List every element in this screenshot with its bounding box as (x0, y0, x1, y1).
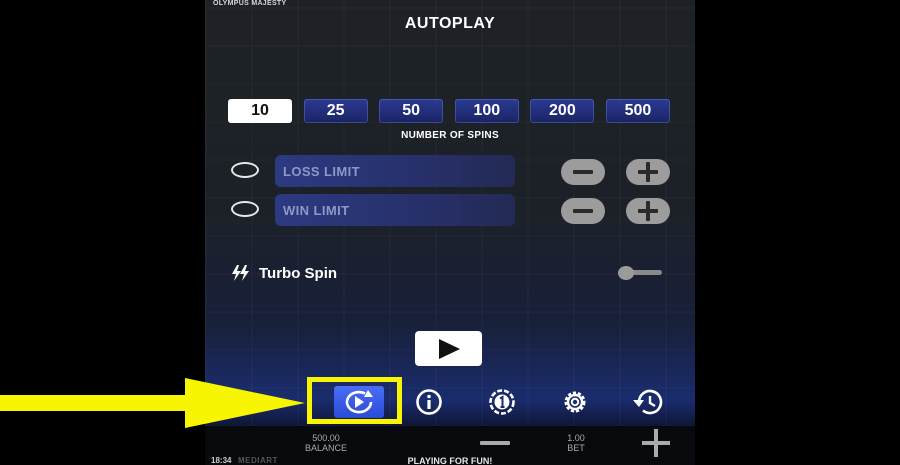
autoplay-highlight-box (307, 377, 402, 424)
loss-limit-plus-button[interactable] (626, 159, 670, 185)
decrease-bet-button[interactable] (480, 441, 510, 445)
minus-icon (573, 209, 593, 213)
loss-limit-minus-button[interactable] (561, 159, 605, 185)
loss-limit-label: LOSS LIMIT (283, 163, 360, 179)
game-name: OLYMPUS MAJESTY (213, 0, 287, 7)
coin-one-icon (489, 389, 515, 415)
settings-gear-icon (564, 391, 586, 413)
start-autoplay-button[interactable] (415, 331, 482, 366)
win-limit-field[interactable]: WIN LIMIT (275, 194, 515, 226)
win-limit-radio[interactable] (231, 201, 259, 217)
info-icon (416, 389, 442, 415)
info-button[interactable] (411, 385, 447, 419)
bet-label: BET (567, 443, 585, 453)
balance-display: 500.00 BALANCE (291, 433, 361, 453)
lightning-icon (232, 265, 249, 281)
loss-limit-row: LOSS LIMIT (230, 155, 670, 189)
spin-option-25[interactable]: 25 (303, 99, 368, 123)
settings-button[interactable] (557, 385, 593, 419)
minus-icon (573, 170, 593, 174)
play-mode-status: PLAYING FOR FUN! (407, 456, 493, 465)
bet-coin-button[interactable] (484, 385, 520, 419)
spins-label: NUMBER OF SPINS (401, 130, 499, 141)
loss-limit-field[interactable]: LOSS LIMIT (275, 155, 515, 187)
loss-limit-radio[interactable] (231, 162, 259, 178)
win-limit-minus-button[interactable] (561, 198, 605, 224)
balance-label: BALANCE (304, 443, 348, 453)
spin-option-500[interactable]: 500 (605, 99, 670, 123)
yellow-arrow-annotation (0, 378, 305, 428)
turbo-spin-label: Turbo Spin (259, 264, 338, 282)
spin-option-10[interactable]: 10 (228, 99, 292, 123)
history-button[interactable] (630, 385, 666, 419)
dialog-title: AUTOPLAY (404, 15, 496, 32)
turbo-spin: Turbo Spin (231, 264, 337, 282)
win-limit-plus-button[interactable] (626, 198, 670, 224)
spin-option-200[interactable]: 200 (530, 99, 595, 123)
balance-value: 500.00 (312, 433, 340, 443)
win-limit-label: WIN LIMIT (283, 202, 350, 218)
spin-option-50[interactable]: 50 (379, 99, 444, 123)
bet-value: 1.00 (567, 433, 585, 443)
history-icon (633, 389, 663, 415)
spin-option-100[interactable]: 100 (454, 99, 519, 123)
spin-count-options: 10 25 50 100 200 500 (228, 99, 670, 123)
play-icon (438, 338, 460, 359)
turbo-spin-toggle[interactable] (618, 266, 662, 280)
bet-display: 1.00 BET (546, 433, 606, 453)
win-limit-row: WIN LIMIT (230, 194, 670, 228)
